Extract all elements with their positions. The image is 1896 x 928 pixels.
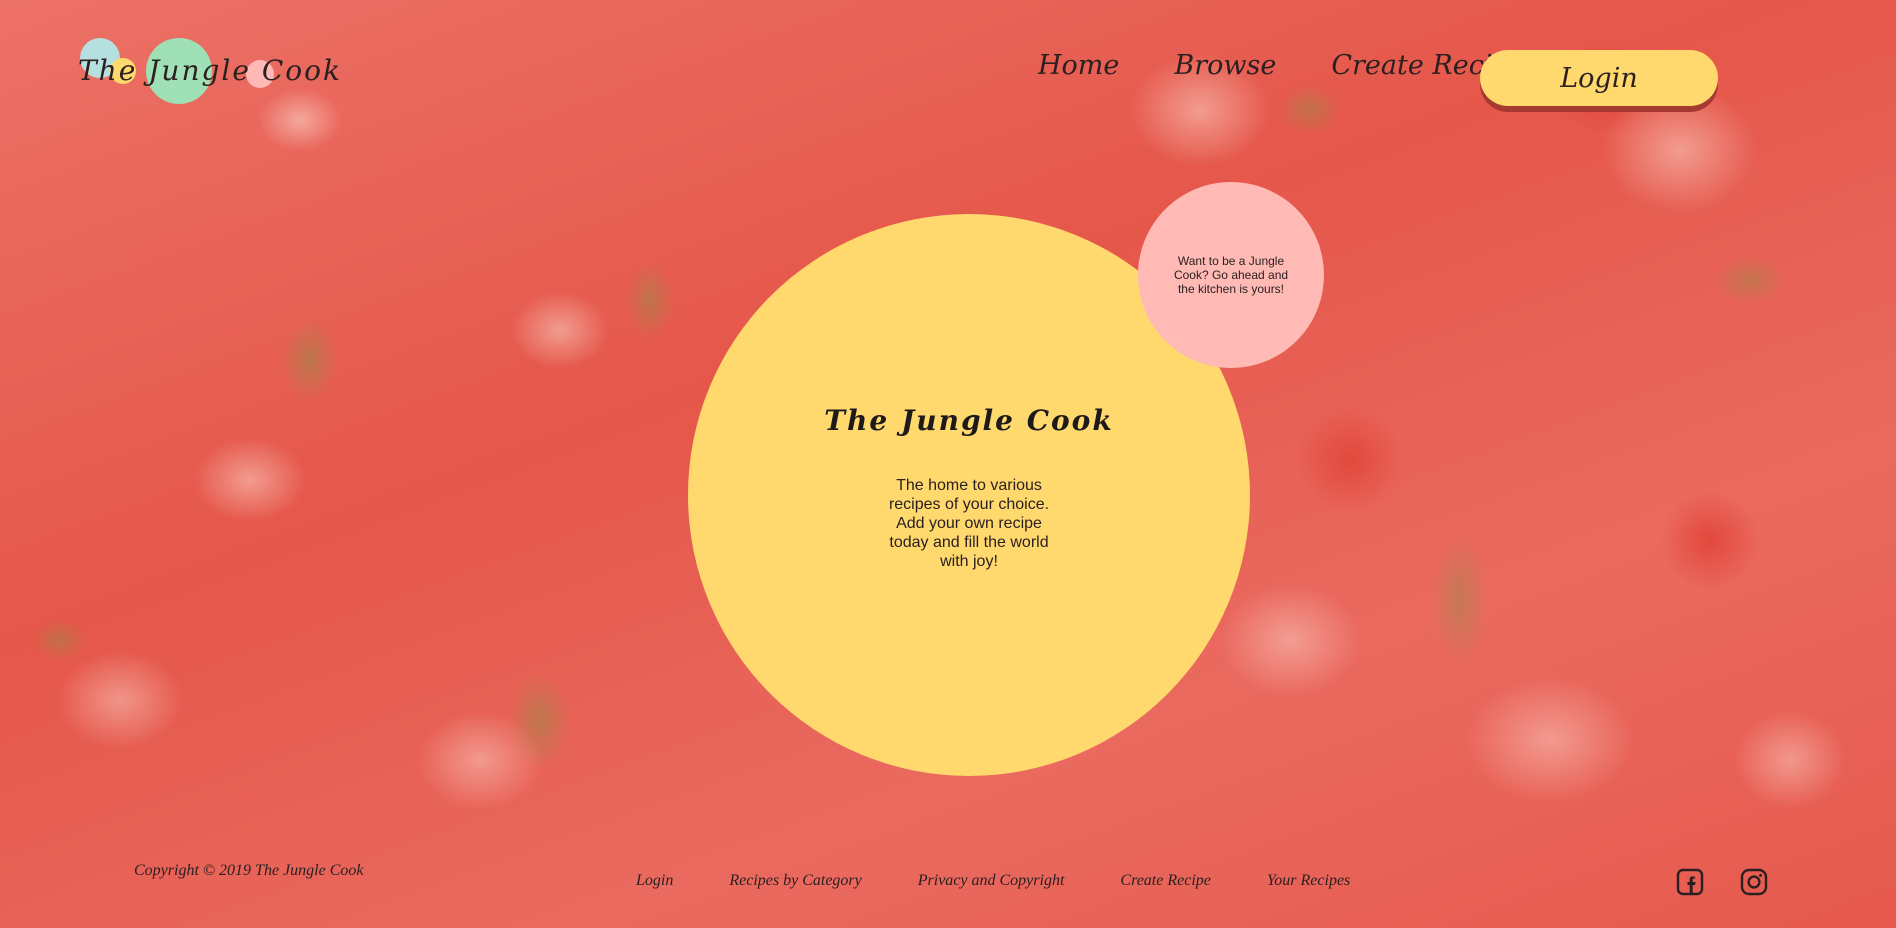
footer-recipes-by-category-link[interactable]: Recipes by Category	[729, 872, 861, 890]
footer-create-recipe-link[interactable]: Create Recipe	[1120, 872, 1210, 890]
main-nav: Home Browse Create Recipe	[1038, 50, 1526, 81]
login-button[interactable]: Login	[1480, 50, 1718, 106]
facebook-icon[interactable]	[1676, 868, 1704, 896]
social-links	[1676, 868, 1768, 896]
copyright-text: Copyright © 2019 The Jungle Cook	[134, 862, 364, 879]
instagram-icon[interactable]	[1740, 868, 1768, 896]
footer-privacy-link[interactable]: Privacy and Copyright	[918, 872, 1065, 890]
hero-bubble: Want to be a Jungle Cook? Go ahead and t…	[1138, 182, 1324, 368]
hero-bubble-text: Want to be a Jungle Cook? Go ahead and t…	[1173, 254, 1289, 296]
footer-links: Login Recipes by Category Privacy and Co…	[636, 872, 1350, 890]
logo[interactable]: The Jungle Cook	[78, 36, 340, 110]
hero-title: The Jungle Cook	[824, 404, 1114, 437]
logo-text: The Jungle Cook	[78, 54, 342, 87]
nav-browse-link[interactable]: Browse	[1174, 50, 1276, 81]
footer-your-recipes-link[interactable]: Your Recipes	[1267, 872, 1350, 890]
nav-home-link[interactable]: Home	[1038, 50, 1119, 81]
hero-description: The home to various recipes of your choi…	[888, 477, 1050, 570]
footer-login-link[interactable]: Login	[636, 872, 673, 890]
